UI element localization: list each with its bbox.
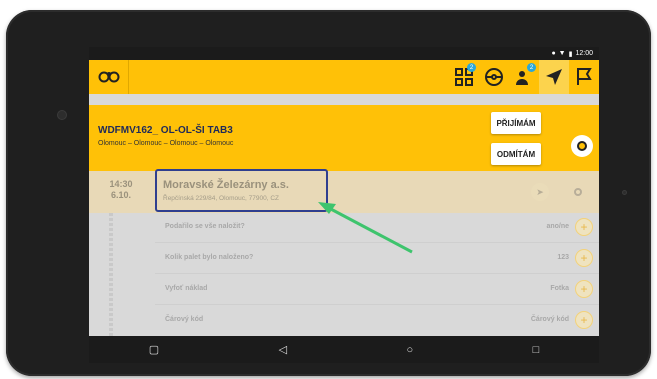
task-value: 123 [557,254,569,261]
timeline-rail [109,213,113,336]
device-screen: ● ▼ ▮ 12:00 2 2 WDFMV162_ OL-OL-ŠI TAB3 … [89,47,599,363]
qr-badge: 2 [467,63,476,72]
task-row[interactable]: Kolik palet bylo naloženo? 123 + [155,244,599,274]
stop-toggle[interactable] [569,183,587,201]
order-card[interactable]: WDFMV162_ OL-OL-ŠI TAB3 Olomouc – Olomou… [89,105,599,171]
highlight-box [155,169,328,212]
task-label: Vyfoť náklad [165,285,208,292]
battery-icon: ▮ [568,50,573,58]
add-icon[interactable]: + [575,311,593,329]
stop-item[interactable]: 14:30 6.10. Moravské Železárny a.s. Řepč… [89,169,599,213]
qr-code-icon[interactable]: 2 [449,60,479,94]
side-sensor [622,190,627,195]
flag-message-icon[interactable] [569,60,599,94]
home-icon[interactable]: ○ [407,344,414,356]
task-row[interactable]: Vyfoť náklad Fotka + [155,275,599,305]
decline-button[interactable]: ODMÍTÁM [491,143,541,165]
app-logo-icon[interactable] [89,60,129,94]
driver-badge: 2 [527,63,536,72]
stop-navigate-icon[interactable]: ➤ [531,183,549,201]
back-icon[interactable]: ◁ [279,343,287,356]
driver-message-icon[interactable]: 2 [509,60,539,94]
add-icon[interactable]: + [575,249,593,267]
steering-wheel-icon[interactable] [479,60,509,94]
app-bar: 2 2 [89,60,599,94]
status-bar: ● ▼ ▮ 12:00 [89,47,599,60]
navigation-arrow-icon[interactable] [539,60,569,94]
menu-icon[interactable]: ▢ [149,343,159,356]
task-label: Kolik palet bylo naloženo? [165,254,254,261]
stop-date: 6.10. [110,190,132,200]
task-label: Podařilo se vše naložit? [165,223,245,230]
task-label: Čárový kód [165,316,204,323]
task-list: Podařilo se vše naložit? ano/ne + Kolik … [89,213,599,336]
toggle-dot-icon [577,141,587,151]
order-route: Olomouc – Olomouc – Olomouc – Olomouc [98,140,234,147]
order-toggle[interactable] [571,135,593,157]
task-row[interactable]: Podařilo se vše naložit? ano/ne + [155,213,599,243]
stop-time-hour: 14:30 [109,179,133,189]
order-code: WDFMV162_ OL-OL-ŠI TAB3 [98,125,233,136]
task-value: ano/ne [546,223,569,230]
tablet-frame: ● ▼ ▮ 12:00 2 2 WDFMV162_ OL-OL-ŠI TAB3 … [6,10,651,376]
stop-time: 14:30 6.10. [101,179,141,201]
recents-icon[interactable]: □ [533,344,540,356]
add-icon[interactable]: + [575,280,593,298]
task-row[interactable]: Čárový kód Čárový kód + [155,306,599,336]
toggle-dot-icon [574,188,582,196]
accept-button[interactable]: PŘIJÍMÁM [491,112,541,134]
status-time: 12:00 [575,50,593,57]
wifi-icon: ▼ [558,50,566,57]
front-camera [57,110,67,120]
location-icon: ● [551,50,556,57]
task-value: Čárový kód [530,316,569,323]
add-icon[interactable]: + [575,218,593,236]
task-value: Fotka [550,285,569,292]
system-nav-bar: ▢ ◁ ○ □ [89,336,599,363]
